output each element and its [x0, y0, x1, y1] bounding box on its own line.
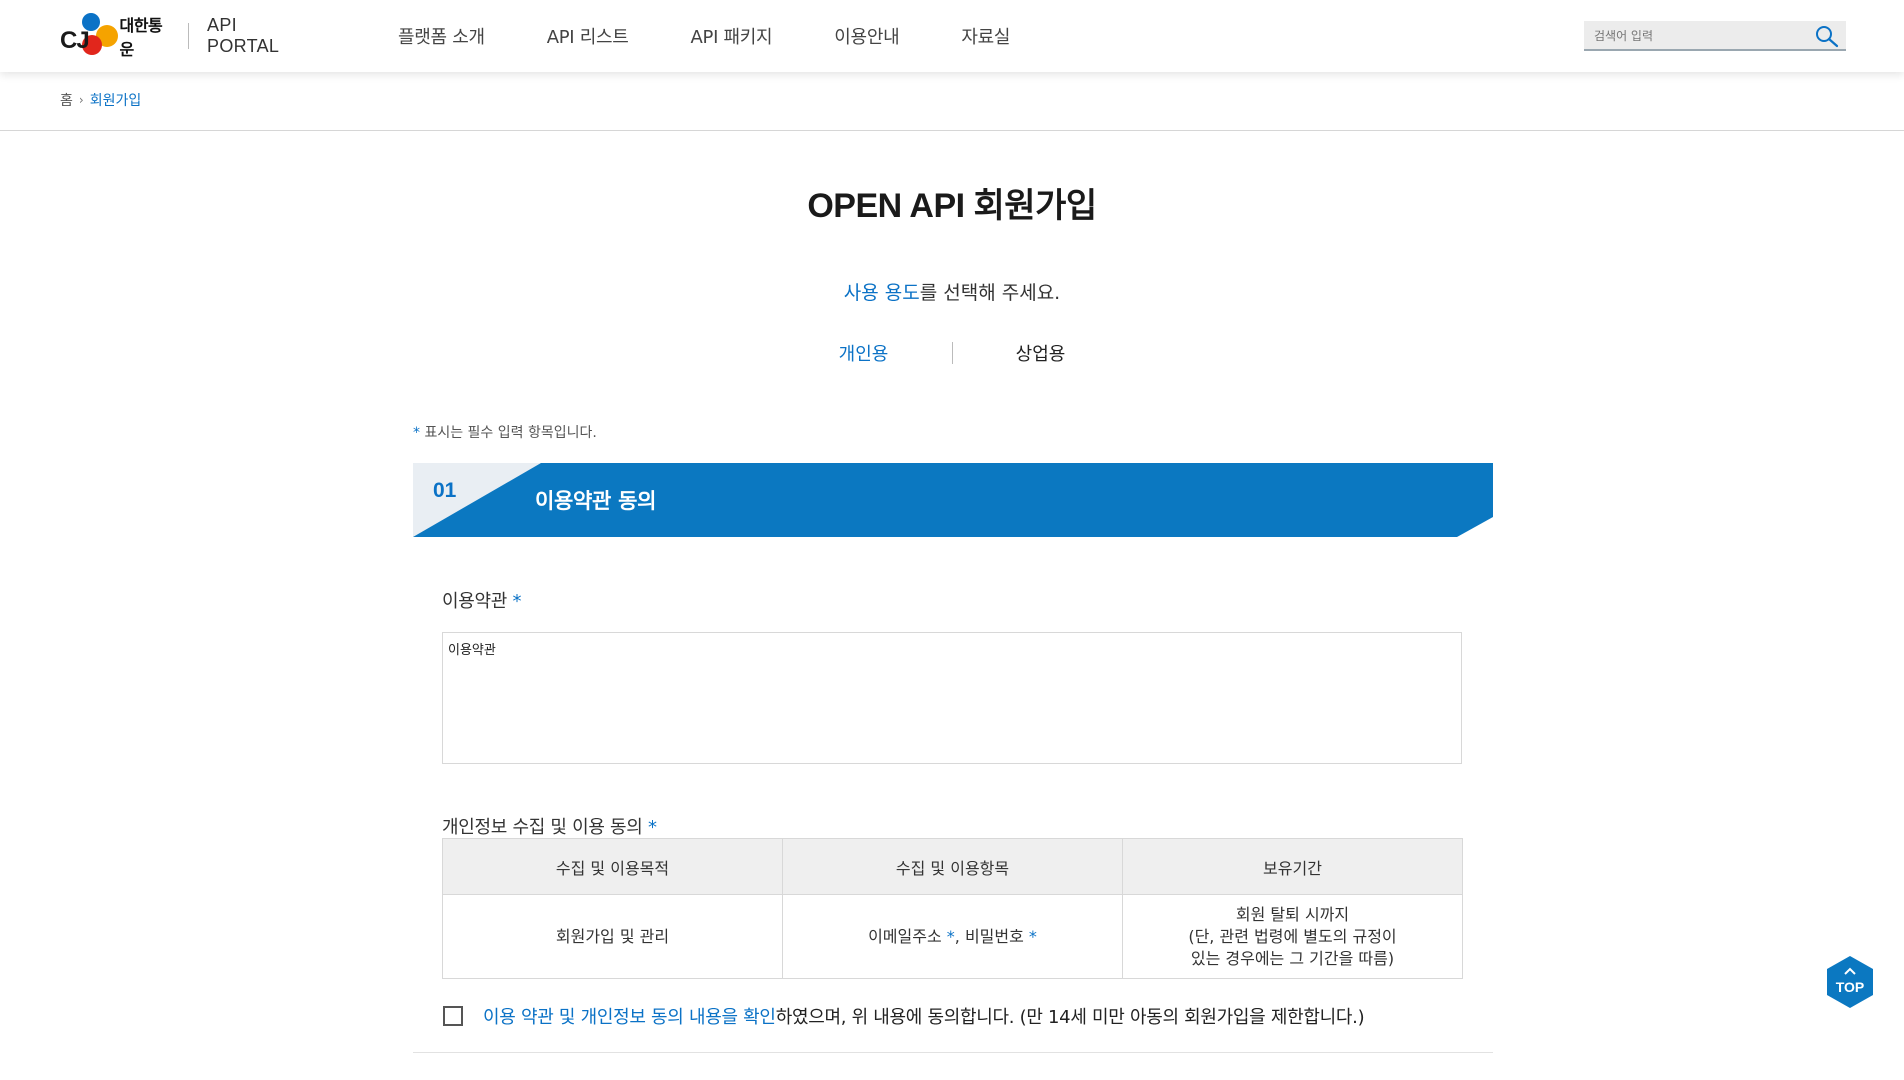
required-asterisk: * [413, 425, 420, 441]
search-icon[interactable] [1814, 24, 1840, 48]
page-title: OPEN API 회원가입 [807, 187, 1097, 225]
table-header-row: 수집 및 이용목적 수집 및 이용항목 보유기간 [442, 838, 1463, 895]
breadcrumb-current: 회원가입 [89, 93, 142, 109]
agreement-text: 하였으며, 위 내용에 동의합니다. (만 14세 미만 아동의 회원가입을 제… [775, 1007, 1365, 1028]
breadcrumb-divider [0, 130, 1904, 131]
nav-usage-guide[interactable]: 이용안내 [834, 23, 899, 49]
item-email: 이메일주소 [868, 926, 942, 946]
agreement-link[interactable]: 이용 약관 및 개인정보 동의 내용을 확인 [483, 1003, 776, 1029]
section-banner: 01 이용약관 동의 [413, 463, 1493, 537]
breadcrumb: 홈 › 회원가입 [60, 90, 141, 110]
chevron-right-icon: › [78, 93, 84, 107]
section-bottom-divider [413, 1052, 1493, 1053]
main-nav: 플랫폼 소개 API 리스트 API 패키지 이용안내 자료실 [398, 0, 1072, 72]
table-header-retention: 보유기간 [1122, 838, 1463, 895]
privacy-label-text: 개인정보 수집 및 이용 동의 [442, 817, 643, 838]
retention-line-1: 회원 탈퇴 시까지 [1235, 904, 1350, 924]
section-title: 이용약관 동의 [535, 489, 657, 513]
cj-logo-mark: CJ [60, 13, 118, 59]
agreement-row: 이용 약관 및 개인정보 동의 내용을 확인 하였으며, 위 내용에 동의합니다.… [443, 1003, 1365, 1029]
section-number: 01 [433, 479, 457, 502]
terms-label-text: 이용약관 [442, 591, 508, 612]
logo-divider [188, 23, 190, 49]
terms-content-box[interactable]: 이용약관 [442, 632, 1462, 764]
required-asterisk: * [512, 591, 522, 612]
nav-resources[interactable]: 자료실 [961, 23, 1010, 49]
retention-line-2: (단, 관련 법령에 별도의 규정이 [1188, 926, 1397, 946]
table-header-items: 수집 및 이용항목 [782, 838, 1123, 895]
cell-purpose: 회원가입 및 관리 [442, 894, 783, 979]
portal-name: API PORTAL [207, 15, 280, 56]
privacy-table: 수집 및 이용목적 수집 및 이용항목 보유기간 회원가입 및 관리 이메일주소… [442, 838, 1463, 979]
nav-platform-intro[interactable]: 플랫폼 소개 [398, 23, 485, 49]
usage-prompt: 사용 용도를 선택해 주세요. [0, 278, 1904, 305]
scroll-top-button[interactable]: TOP [1826, 955, 1874, 1009]
agree-checkbox[interactable] [443, 1006, 463, 1026]
usage-tabs: 개인용 상업용 [0, 340, 1904, 366]
tab-personal[interactable]: 개인용 [776, 340, 952, 366]
breadcrumb-home[interactable]: 홈 [60, 90, 73, 110]
nav-api-list[interactable]: API 리스트 [547, 23, 629, 49]
logo-cj-text: CJ [60, 27, 90, 54]
item-separator: , [954, 926, 965, 946]
privacy-label: 개인정보 수집 및 이용 동의 * [442, 813, 657, 839]
search-box [1584, 21, 1846, 51]
retention-line-3: 있는 경우에는 그 기간을 따름) [1190, 948, 1395, 968]
item-password: 비밀번호 [964, 926, 1024, 946]
scroll-top-label: TOP [1835, 979, 1865, 995]
table-row: 회원가입 및 관리 이메일주소 *, 비밀번호 * 회원 탈퇴 시까지 (단, … [442, 894, 1463, 979]
logo[interactable]: CJ 대한통운 API PORTAL [60, 10, 310, 62]
terms-label: 이용약관 * [442, 587, 521, 613]
required-note: * 표시는 필수 입력 항목입니다. [413, 422, 597, 442]
usage-prompt-highlight: 사용 용도 [843, 282, 920, 304]
required-note-text: 표시는 필수 입력 항목입니다. [420, 425, 597, 441]
search-input[interactable] [1594, 26, 1804, 46]
tab-commercial[interactable]: 상업용 [953, 340, 1129, 366]
table-header-purpose: 수집 및 이용목적 [442, 838, 783, 895]
cell-items: 이메일주소 *, 비밀번호 * [782, 894, 1123, 979]
usage-prompt-text: 를 선택해 주세요. [919, 282, 1061, 304]
logo-company: 대한통운 [119, 16, 163, 59]
required-asterisk: * [647, 817, 657, 838]
cell-retention: 회원 탈퇴 시까지 (단, 관련 법령에 별도의 규정이 있는 경우에는 그 기… [1122, 894, 1463, 979]
site-header: CJ 대한통운 API PORTAL 플랫폼 소개 API 리스트 API 패키… [0, 0, 1904, 72]
required-asterisk: * [1028, 926, 1037, 946]
required-asterisk: * [946, 926, 955, 946]
nav-api-package[interactable]: API 패키지 [691, 23, 773, 49]
